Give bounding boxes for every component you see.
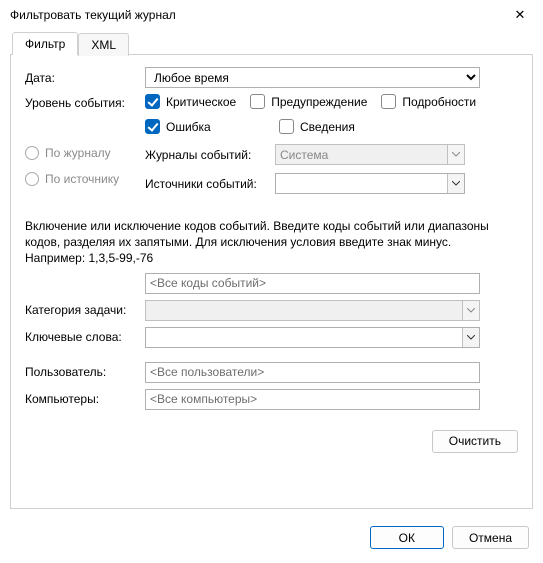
task-category-combo [145,300,480,321]
window-title: Фильтровать текущий журнал [10,8,176,22]
label-level: Уровень события: [25,94,145,110]
event-id-hint: Включение или исключение кодов событий. … [25,218,505,267]
label-event-logs: Журналы событий: [145,148,275,162]
dialog-footer: ОК Отмена [0,520,543,563]
titlebar: Фильтровать текущий журнал ✕ [0,0,543,30]
chk-information[interactable] [279,119,294,134]
chk-warning[interactable] [250,94,265,109]
chk-verbose-label: Подробности [402,95,476,109]
chk-information-label: Сведения [300,120,355,134]
event-sources-combo[interactable] [275,173,465,194]
filter-panel: Дата: Любое время Уровень события: Крити… [10,54,533,509]
close-icon[interactable]: ✕ [505,3,535,27]
keywords-combo[interactable] [145,327,480,348]
computers-input[interactable] [145,389,480,410]
label-event-sources: Источники событий: [145,177,275,191]
chevron-down-icon[interactable] [462,328,479,347]
radio-by-source [25,172,39,186]
chevron-down-icon [447,145,464,164]
event-logs-value: Система [276,148,447,162]
chk-error-label: Ошибка [166,120,211,134]
chk-error[interactable] [145,119,160,134]
chevron-down-icon[interactable] [447,174,464,193]
date-select[interactable]: Любое время [145,67,480,88]
tab-bar: Фильтр XML [12,32,533,55]
level-group: Критическое Предупреждение Подробности О… [145,94,485,134]
label-user: Пользователь: [25,365,145,379]
tab-filter[interactable]: Фильтр [12,32,78,55]
clear-button[interactable]: Очистить [432,430,518,453]
radio-by-log [25,146,39,160]
chk-critical-label: Критическое [166,95,236,109]
label-computers: Компьютеры: [25,392,145,406]
label-date: Дата: [25,71,145,85]
event-logs-combo: Система [275,144,465,165]
chevron-down-icon [462,301,479,320]
chk-verbose[interactable] [381,94,396,109]
radio-by-log-label: По журналу [45,146,111,160]
label-task-category: Категория задачи: [25,303,145,317]
filter-mode-group: По журналу По источнику [25,144,145,198]
tab-xml[interactable]: XML [78,33,129,56]
event-ids-input[interactable] [145,273,480,294]
chk-warning-label: Предупреждение [271,95,367,109]
label-keywords: Ключевые слова: [25,330,145,344]
user-input[interactable] [145,362,480,383]
radio-by-source-label: По источнику [45,172,119,186]
chk-critical[interactable] [145,94,160,109]
